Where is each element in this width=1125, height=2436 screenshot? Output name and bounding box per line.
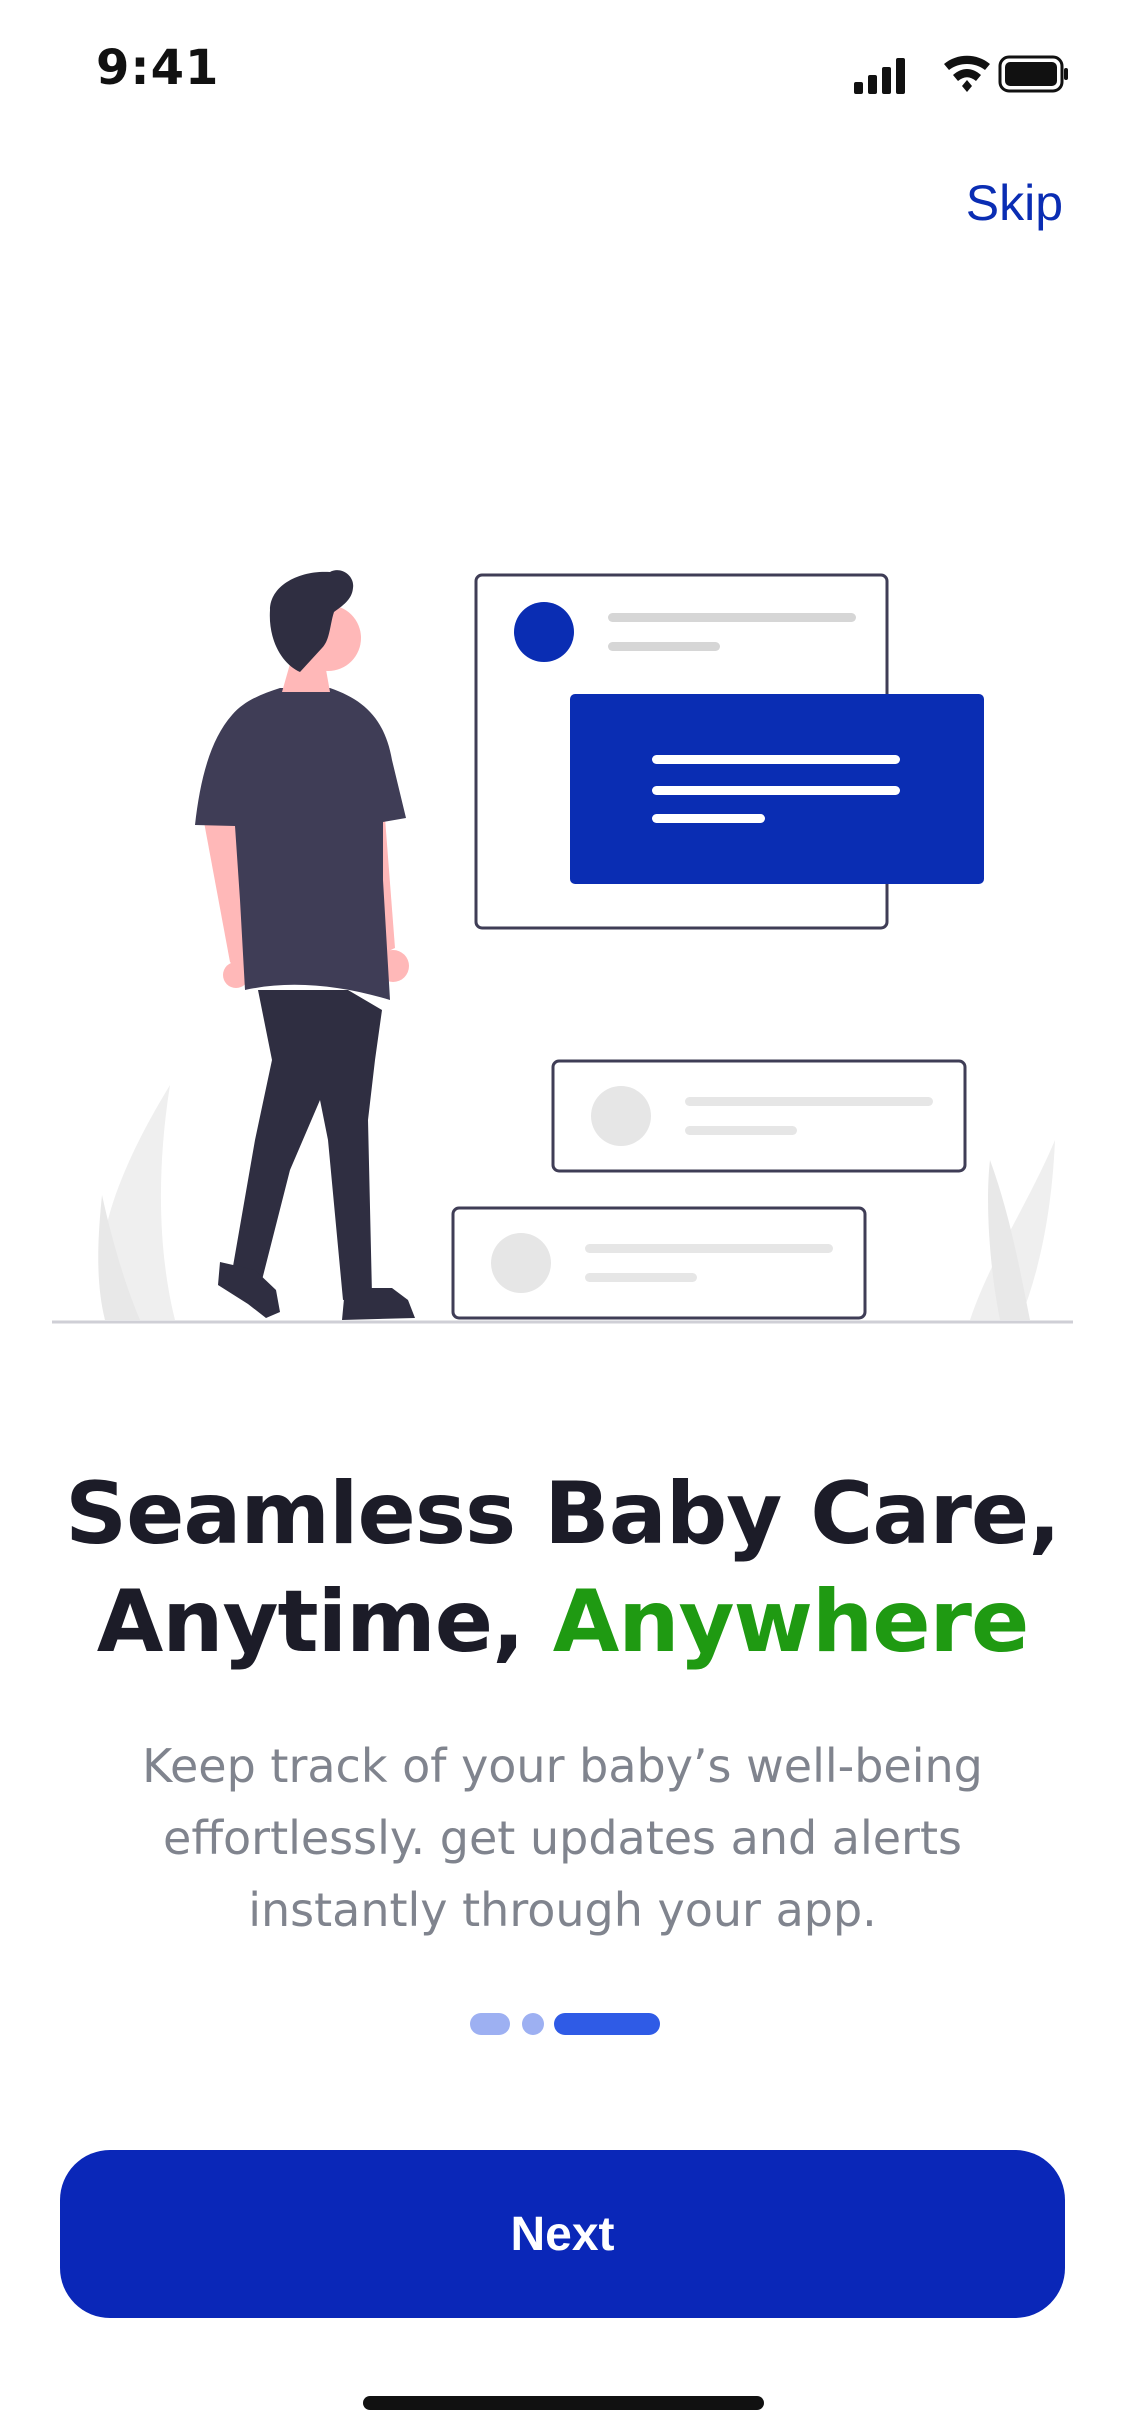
next-button[interactable]: Next [60, 2150, 1065, 2318]
page-dot-2[interactable] [522, 2013, 544, 2035]
onboarding-title: Seamless Baby Care, Anytime, Anywhere [0, 1460, 1125, 1676]
page-dot-3-active[interactable] [554, 2013, 660, 2035]
onboarding-description: Keep track of your baby’s well-being eff… [142, 1739, 983, 1937]
status-icons [854, 55, 1068, 94]
title-line-1: Seamless Baby Care, [65, 1464, 1061, 1564]
battery-icon [998, 55, 1068, 93]
title-line-2-prefix: Anytime, [96, 1572, 553, 1672]
skip-button[interactable]: Skip [966, 174, 1063, 232]
home-indicator[interactable] [363, 2396, 764, 2410]
page-indicator [470, 2013, 660, 2035]
person-figure [195, 570, 415, 1320]
title-accent: Anywhere [552, 1572, 1030, 1672]
avatar-circle [514, 602, 574, 662]
signal-icon [854, 58, 905, 94]
wifi-icon [944, 55, 990, 92]
onboarding-screen: 9:41 Skip Seamless Baby Care, Anytime, A… [0, 0, 1125, 2436]
title-line-2: Anytime, Anywhere [0, 1568, 1125, 1676]
status-time: 9:41 [96, 40, 220, 96]
page-dot-1[interactable] [470, 2013, 510, 2035]
onboarding-illustration [52, 570, 1073, 1324]
next-button-label: Next [510, 2207, 615, 2261]
